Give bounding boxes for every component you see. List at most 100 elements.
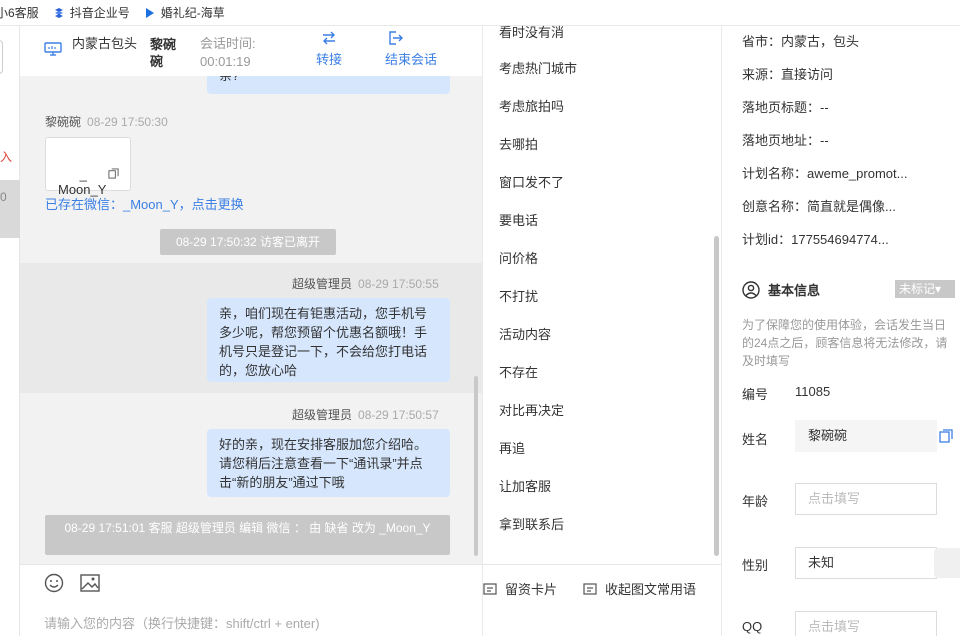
user-circle-icon — [742, 280, 760, 299]
copy-icon[interactable] — [108, 168, 119, 179]
message-text: 亲? — [219, 76, 239, 83]
monitor-icon — [44, 42, 62, 56]
chat-header: 内蒙古包头 黎碗碗 会话时间: 00:01:19 转接 结束会话 — [20, 26, 482, 76]
lead-card-button[interactable]: 留资卡片 — [483, 579, 557, 598]
bookmark-item[interactable]: 婚礼纪-海草 — [144, 4, 225, 21]
quick-reply-item[interactable]: 对比再决定 — [499, 400, 564, 419]
info-row-plan-name: 计划名称：aweme_promot... — [742, 163, 907, 182]
collapse-phrases-button[interactable]: 收起图文常用语 — [583, 579, 696, 598]
system-message: 08-29 17:50:32 访客已离开 — [160, 229, 336, 255]
wechat-card[interactable]: _ Moon_Y — [45, 137, 131, 197]
info-value: 简直就是偶像... — [807, 199, 896, 214]
chat-scrollbar[interactable] — [474, 376, 478, 556]
message-input[interactable]: 请输入您的内容（换行快捷键：shift/ctrl + enter) — [44, 613, 320, 632]
edit-notice: 为了保障您的使用体验，会话发生当日的24点之后，顾客信息将无法修改，请及时填写 — [742, 318, 948, 368]
quick-reply-item[interactable]: 考虑热门城市 — [499, 58, 577, 77]
tag-select[interactable]: 未标记▾ — [895, 280, 955, 298]
customer-info-panel: 省市：内蒙古，包头 来源：直接访问 落地页标题：-- 落地页地址：-- 计划名称… — [722, 26, 960, 636]
info-value: -- — [820, 100, 829, 115]
end-session-button[interactable]: 结束会话 — [385, 30, 437, 68]
quick-reply-item[interactable]: 活动内容 — [499, 324, 551, 343]
gender-select[interactable]: 未知 — [795, 547, 937, 579]
quick-reply-item[interactable]: 去哪拍 — [499, 134, 538, 153]
image-icon[interactable] — [80, 574, 100, 592]
quick-reply-item[interactable]: 让加客服 — [499, 476, 551, 495]
quick-reply-item[interactable]: 再追 — [499, 438, 525, 457]
bookmark-label: 婚礼纪-海草 — [160, 6, 225, 20]
message-text: 好的亲，现在安排客服加您介绍哈。请您稍后注意查看一下“通讯录”并点击“新的朋友”… — [219, 437, 428, 490]
left-panel-edge: 入 0 — [0, 26, 20, 636]
app-root: 小6客服 抖音企业号 婚礼纪-海草 入 0 内蒙古包头 黎碗碗 会话时间: 00… — [0, 0, 960, 636]
message-time: 08-29 17:50:30 — [87, 115, 168, 129]
smiley-icon[interactable] — [44, 573, 64, 593]
transfer-label: 转接 — [316, 52, 343, 67]
quick-reply-item[interactable]: 考虑旅拍吗 — [499, 96, 564, 115]
info-row-landing-url: 落地页地址：-- — [742, 130, 829, 149]
douyin-icon — [54, 7, 63, 18]
bookmark-item[interactable]: 抖音企业号 — [53, 4, 130, 21]
qq-field[interactable]: 点击填写 — [795, 611, 937, 636]
message-time: 08-29 17:50:55 — [358, 277, 439, 291]
info-label: 创意名称： — [742, 199, 808, 214]
session-time-label: 会话时间: — [200, 36, 256, 51]
card-icon — [583, 582, 597, 595]
bookmark-label: 小6客服 — [0, 6, 39, 20]
customer-location: 内蒙古包头 — [72, 36, 138, 51]
customer-name: 黎碗碗 — [150, 37, 177, 69]
sender-name: 黎碗碗 — [45, 115, 82, 129]
message-meta: 超级管理员 08-29 17:50:55 — [292, 275, 439, 292]
info-label: 计划名称： — [742, 166, 808, 181]
wechat-change-link[interactable]: 已存在微信：_Moon_Y，点击更换 — [45, 194, 244, 213]
agent-message-bubble: 亲，咱们现在有钜惠活动，您手机号多少呢，帮您预留个优惠名额哦！手机号只是登记一下… — [207, 298, 450, 382]
left-panel-selected-item[interactable]: 0 — [0, 180, 20, 238]
left-panel-box[interactable] — [0, 40, 3, 74]
info-label: 落地页标题： — [742, 100, 821, 115]
info-value: aweme_promot... — [807, 166, 908, 181]
gender-label: 性别 — [742, 558, 769, 573]
quick-replies-footer: 留资卡片 收起图文常用语 — [482, 564, 722, 636]
age-field[interactable]: 点击填写 — [795, 483, 937, 515]
session-time-value: 00:01:19 — [200, 54, 251, 69]
info-label: 来源： — [742, 67, 782, 82]
basic-info-label: 基本信息 — [768, 283, 821, 298]
info-label: 计划id： — [742, 232, 792, 247]
info-row-plan-id: 计划id：177554694774... — [742, 229, 889, 248]
quick-reply-item[interactable]: 不打扰 — [499, 286, 538, 305]
hunliji-icon — [145, 7, 154, 18]
transfer-button[interactable]: 转接 — [316, 30, 342, 68]
copy-icon[interactable] — [939, 429, 953, 443]
left-panel-grey-text: 0 — [0, 190, 7, 204]
basic-info-title: 基本信息 — [742, 280, 820, 299]
quick-reply-item[interactable]: 不存在 — [499, 362, 538, 381]
sender-name: 超级管理员 — [292, 408, 353, 422]
message-time: 08-29 17:50:57 — [358, 408, 439, 422]
number-label: 编号 — [742, 387, 769, 402]
quick-reply-item[interactable]: 要电话 — [499, 210, 538, 229]
quick-reply-item[interactable]: 拿到联系后 — [499, 514, 564, 533]
side-toggle-handle[interactable] — [934, 548, 960, 578]
transfer-icon — [323, 31, 335, 45]
qq-label: QQ — [742, 619, 763, 634]
name-field[interactable]: 黎碗碗 — [795, 420, 937, 452]
card-icon — [483, 582, 497, 595]
left-panel-red-text: 入 — [0, 150, 13, 164]
info-value: 直接访问 — [781, 67, 834, 82]
agent-message-bubble: 好的亲，现在安排客服加您介绍哈。请您稍后注意查看一下“通讯录”并点击“新的朋友”… — [207, 429, 450, 497]
quick-reply-item[interactable]: 窗口发不了 — [499, 172, 564, 191]
info-row-landing-title: 落地页标题：-- — [742, 97, 829, 116]
system-message: 08-29 17:51:01 客服 超级管理员 编辑 微信 ： 由 缺省 改为 … — [45, 515, 450, 555]
chat-messages[interactable]: 亲? 黎碗碗 08-29 17:50:30 _ Moon_Y 已存在微信：_Moo… — [20, 76, 482, 564]
quick-replies-panel: 看时没有消 考虑热门城市 考虑旅拍吗 去哪拍 窗口发不了 要电话 问价格 不打扰… — [482, 25, 722, 564]
quick-reply-item[interactable]: 问价格 — [499, 248, 538, 267]
bookmark-item[interactable]: 小6客服 — [0, 4, 39, 21]
agent-message-bubble: 亲? — [207, 76, 450, 94]
collapse-phrases-label: 收起图文常用语 — [605, 582, 697, 597]
age-label: 年龄 — [742, 494, 769, 509]
quick-reply-item[interactable]: 看时没有消 — [499, 22, 564, 41]
info-value: 177554694774... — [791, 232, 889, 247]
message-meta: 超级管理员 08-29 17:50:57 — [292, 406, 439, 423]
message-text: 亲，咱们现在有钜惠活动，您手机号多少呢，帮您预留个优惠名额哦！手机号只是登记一下… — [219, 306, 428, 378]
info-row-creative-name: 创意名称：简直就是偶像... — [742, 196, 896, 215]
quick-replies-scrollbar[interactable] — [714, 236, 719, 556]
bookmarks-bar: 小6客服 抖音企业号 婚礼纪-海草 — [0, 0, 960, 26]
